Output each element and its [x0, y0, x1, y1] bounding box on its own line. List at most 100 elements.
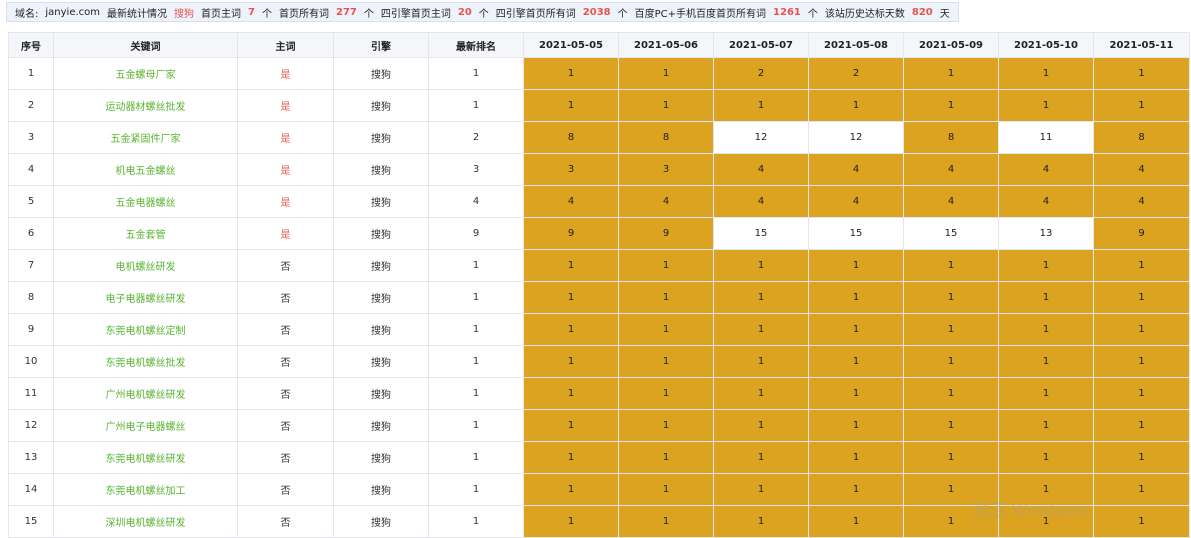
col-header-date: 2021-05-09	[903, 32, 999, 58]
keyword-link[interactable]: 五金电器螺丝	[53, 185, 238, 218]
table-row: 11 广州电机螺丝研发否搜狗 1 1 1 1 1 1 1 1	[8, 377, 1190, 410]
row-number: 1	[8, 57, 54, 90]
daily-rank-cell: 3	[523, 153, 619, 186]
daily-rank-cell: 4	[713, 153, 809, 186]
row-number: 11	[8, 377, 54, 410]
daily-rank-cell: 1	[998, 473, 1094, 506]
daily-rank-cell: 1	[1093, 249, 1190, 282]
table-row: 13 东莞电机螺丝研发否搜狗 1 1 1 1 1 1 1 1	[8, 441, 1190, 474]
daily-rank-cell: 1	[903, 473, 999, 506]
daily-rank-cell: 1	[808, 505, 904, 538]
col-header-date: 2021-05-06	[618, 32, 714, 58]
daily-rank-cell: 4	[713, 185, 809, 218]
row-number: 8	[8, 281, 54, 314]
engine-cell: 搜狗	[333, 121, 429, 154]
daily-rank-cell: 1	[1093, 281, 1190, 314]
keyword-link[interactable]: 广州电子电器螺丝	[53, 409, 238, 442]
daily-rank-cell: 1	[1093, 441, 1190, 474]
daily-rank-cell: 1	[998, 345, 1094, 378]
engine-cell: 搜狗	[333, 281, 429, 314]
daily-rank-cell: 9	[618, 217, 714, 250]
col-header-date: 2021-05-10	[998, 32, 1094, 58]
daily-rank-cell: 15	[808, 217, 904, 250]
latest-rank: 3	[428, 153, 524, 186]
col-header-date: 2021-05-11	[1093, 32, 1190, 58]
daily-rank-cell: 1	[523, 441, 619, 474]
history-label: 该站历史达标天数	[824, 8, 905, 20]
main-word-flag: 否	[237, 505, 334, 538]
keyword-link[interactable]: 东莞电机螺丝批发	[53, 345, 238, 378]
main-word-flag: 否	[237, 281, 334, 314]
home-main-count: 7	[248, 6, 255, 18]
engine-cell: 搜狗	[333, 441, 429, 474]
engine-cell: 搜狗	[333, 505, 429, 538]
daily-rank-cell: 1	[998, 441, 1094, 474]
keyword-link[interactable]: 五金螺母厂家	[53, 57, 238, 90]
main-word-flag: 否	[237, 473, 334, 506]
daily-rank-cell: 1	[1093, 89, 1190, 122]
table-row: 7 电机螺丝研发否搜狗 1 1 1 1 1 1 1 1	[8, 249, 1190, 282]
keyword-link[interactable]: 电机螺丝研发	[53, 249, 238, 282]
table-row: 15 深圳电机螺丝研发否搜狗 1 1 1 1 1 1 1 1	[8, 505, 1190, 538]
latest-rank: 1	[428, 377, 524, 410]
engine-cell: 搜狗	[333, 409, 429, 442]
col-header-date: 2021-05-08	[808, 32, 904, 58]
keyword-link[interactable]: 东莞电机螺丝加工	[53, 473, 238, 506]
daily-rank-cell: 1	[713, 473, 809, 506]
keyword-link[interactable]: 东莞电机螺丝研发	[53, 441, 238, 474]
daily-rank-cell: 1	[903, 57, 999, 90]
table-row: 14 东莞电机螺丝加工否搜狗 1 1 1 1 1 1 1 1	[8, 473, 1190, 506]
daily-rank-cell: 11	[998, 121, 1094, 154]
daily-rank-cell: 1	[713, 409, 809, 442]
daily-rank-cell: 1	[618, 473, 714, 506]
col-header-date: 2021-05-07	[713, 32, 809, 58]
keyword-link[interactable]: 五金套管	[53, 217, 238, 250]
engine-cell: 搜狗	[333, 313, 429, 346]
latest-rank: 1	[428, 441, 524, 474]
daily-rank-cell: 3	[618, 153, 714, 186]
unit-label: 个	[261, 8, 272, 20]
daily-rank-cell: 1	[618, 313, 714, 346]
daily-rank-cell: 1	[903, 505, 999, 538]
daily-rank-cell: 4	[998, 153, 1094, 186]
daily-rank-cell: 2	[808, 57, 904, 90]
history-days: 820	[911, 6, 933, 18]
day-unit: 天	[939, 8, 950, 20]
stats-bar: 域名: janyie.com 最新统计情况 搜狗 首页主词 7 个 首页所有词 …	[6, 2, 959, 22]
daily-rank-cell: 1	[1093, 377, 1190, 410]
daily-rank-cell: 1	[998, 505, 1094, 538]
domain-label: 域名:	[15, 8, 39, 20]
daily-rank-cell: 1	[618, 345, 714, 378]
daily-rank-cell: 1	[998, 89, 1094, 122]
daily-rank-cell: 1	[713, 313, 809, 346]
home-main-label: 首页主词	[201, 8, 242, 20]
unit-label: 个	[363, 8, 374, 20]
daily-rank-cell: 1	[1093, 313, 1190, 346]
daily-rank-cell: 1	[523, 89, 619, 122]
table-row: 3 五金紧固件厂家是搜狗 2 8 8 12 12 8 11 8	[8, 121, 1190, 154]
table-row: 10 东莞电机螺丝批发否搜狗 1 1 1 1 1 1 1 1	[8, 345, 1190, 378]
keyword-link[interactable]: 电子电器螺丝研发	[53, 281, 238, 314]
main-word-flag: 是	[237, 153, 334, 186]
daily-rank-cell: 4	[808, 185, 904, 218]
keyword-link[interactable]: 运动器材螺丝批发	[53, 89, 238, 122]
daily-rank-cell: 1	[618, 249, 714, 282]
keyword-link[interactable]: 东莞电机螺丝定制	[53, 313, 238, 346]
main-word-flag: 否	[237, 249, 334, 282]
latest-rank: 1	[428, 505, 524, 538]
keyword-link[interactable]: 深圳电机螺丝研发	[53, 505, 238, 538]
row-number: 4	[8, 153, 54, 186]
keyword-link[interactable]: 机电五金螺丝	[53, 153, 238, 186]
daily-rank-cell: 8	[1093, 121, 1190, 154]
daily-rank-cell: 1	[998, 377, 1094, 410]
keyword-link[interactable]: 广州电机螺丝研发	[53, 377, 238, 410]
main-word-flag: 否	[237, 313, 334, 346]
keyword-link[interactable]: 五金紧固件厂家	[53, 121, 238, 154]
main-word-flag: 是	[237, 121, 334, 154]
engine-name: 搜狗	[174, 8, 195, 20]
daily-rank-cell: 4	[523, 185, 619, 218]
daily-rank-cell: 1	[618, 377, 714, 410]
row-number: 9	[8, 313, 54, 346]
table-row: 5 五金电器螺丝是搜狗 4 4 4 4 4 4 4 4	[8, 185, 1190, 218]
daily-rank-cell: 1	[998, 409, 1094, 442]
